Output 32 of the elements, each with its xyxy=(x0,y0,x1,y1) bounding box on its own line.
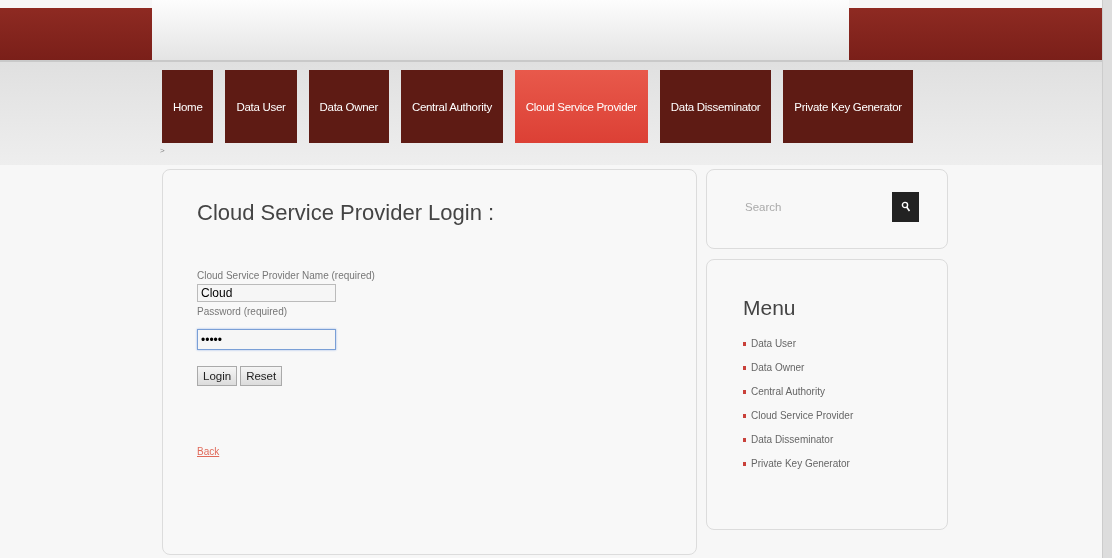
menu-link[interactable]: Private Key Generator xyxy=(751,458,850,469)
nav-tab[interactable]: Data Disseminator xyxy=(659,70,772,143)
menu-link[interactable]: Data Owner xyxy=(751,362,805,373)
menu-link[interactable]: Data User xyxy=(751,338,796,349)
input-field[interactable]: Cloud xyxy=(197,284,336,302)
bullet-icon xyxy=(743,389,746,394)
field-label: Cloud Service Provider Name (required) xyxy=(197,270,376,281)
breadcrumb: > xyxy=(160,146,165,155)
nav-tab[interactable]: Data Owner xyxy=(308,70,389,143)
field-label: Password (required) xyxy=(197,306,289,317)
menu-link[interactable]: Central Authority xyxy=(751,386,825,397)
nav-tab[interactable]: Data User xyxy=(225,70,297,143)
bullet-icon xyxy=(743,341,746,346)
search-button[interactable] xyxy=(892,192,919,222)
menu-title: Menu xyxy=(743,296,797,320)
bullet-icon xyxy=(743,437,746,442)
menu-link[interactable]: Cloud Service Provider xyxy=(751,410,854,421)
form-button[interactable]: Reset xyxy=(240,366,283,386)
search-field[interactable]: Search xyxy=(743,200,867,214)
input-field[interactable]: ••••• xyxy=(197,329,336,350)
scrollbar[interactable] xyxy=(1102,0,1112,558)
form-button[interactable]: Login xyxy=(197,366,238,386)
login-title: Cloud Service Provider Login : xyxy=(197,200,496,226)
bullet-icon xyxy=(743,461,746,466)
nav-tab[interactable]: Central Authority xyxy=(400,70,503,143)
nav-tab[interactable]: Cloud Service Provider xyxy=(514,70,648,143)
bullet-icon xyxy=(743,365,746,370)
search-icon xyxy=(900,201,911,213)
bullet-icon xyxy=(743,413,746,418)
nav-tab[interactable]: Home xyxy=(162,70,214,143)
menu-link[interactable]: Data Disseminator xyxy=(751,434,834,445)
nav-tab[interactable]: Private Key Generator xyxy=(783,70,913,143)
